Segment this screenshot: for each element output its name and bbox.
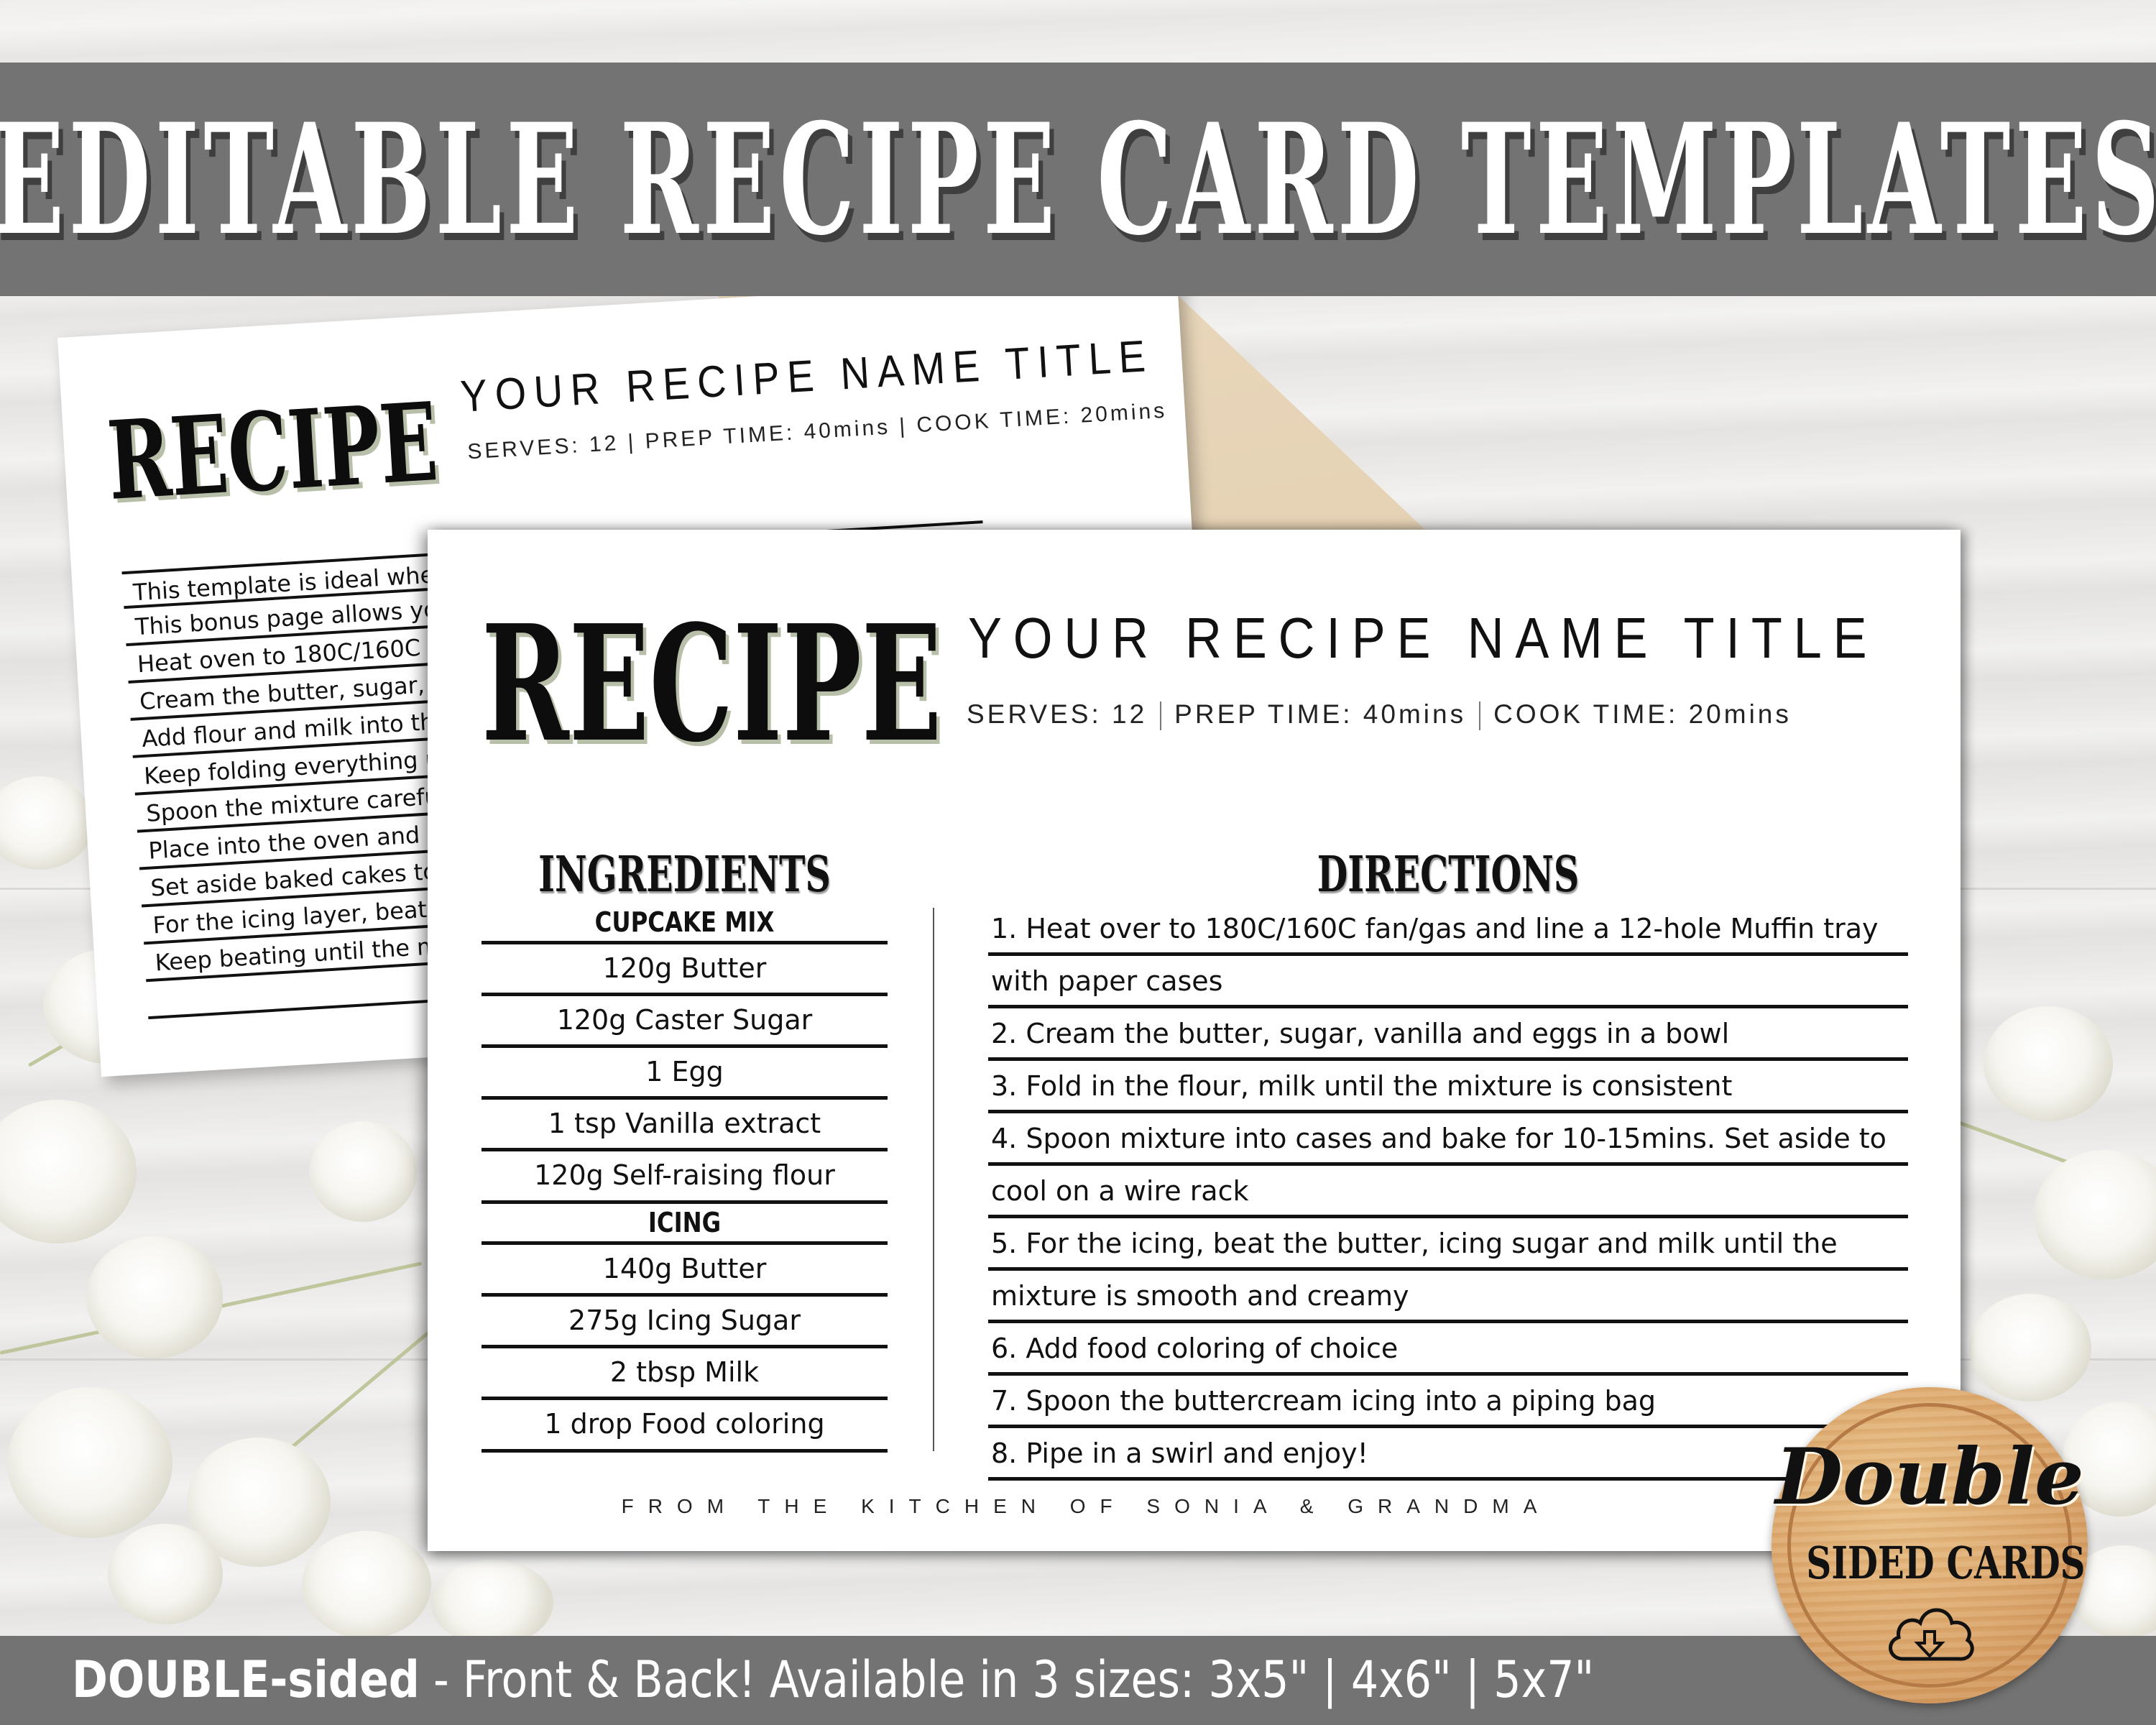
flower-bloom	[7, 1387, 172, 1538]
title-banner: EDITABLE RECIPE CARD TEMPLATES	[0, 63, 2156, 296]
front-recipe-card: RECIPE YOUR RECIPE NAME TITLE SERVES: 12…	[428, 530, 1961, 1551]
direction-line: 2. Cream the butter, sugar, vanilla and …	[988, 1008, 1908, 1061]
meta-separator	[1479, 702, 1481, 731]
ingredient-group-heading: ICING	[648, 1207, 722, 1238]
direction-line: 7. Spoon the buttercream icing into a pi…	[988, 1376, 1908, 1428]
ingredient-item: 1 drop Food coloring	[482, 1397, 888, 1453]
ingredient-item: 140g Butter	[482, 1241, 888, 1293]
flower-bloom	[1984, 1006, 2113, 1121]
ingredient-item: 120g Self-raising flour	[482, 1148, 888, 1204]
meta-separator	[1160, 702, 1162, 731]
ingredient-item: 2 tbsp Milk	[482, 1345, 888, 1397]
recipe-logo: RECIPE	[104, 379, 441, 525]
ingredient-item: 120g Butter	[482, 941, 888, 993]
ingredients-section: INGREDIENTS CUPCAKE MIX 120g Butter 120g C…	[482, 846, 888, 1453]
prep-time-value: PREP TIME: 40mins	[1174, 699, 1467, 729]
recipe-name-title: YOUR RECIPE NAME TITLE	[968, 606, 1879, 670]
ingredient-item: 1 Egg	[482, 1044, 888, 1096]
info-text: DOUBLE-sided - Front & Back! Available i…	[72, 1650, 1594, 1709]
direction-line: with paper cases	[988, 956, 1908, 1008]
direction-line: 6. Add food coloring of choice	[988, 1323, 1908, 1376]
recipe-logo: RECIPE	[482, 591, 942, 778]
direction-lines: 1. Heat over to 180C/160C fan/gas and li…	[988, 903, 1908, 1481]
flower-bloom	[86, 1236, 223, 1358]
direction-line: 4. Spoon mixture into cases and bake for…	[988, 1113, 1908, 1166]
direction-line: 8. Pipe in a swirl and enjoy!	[988, 1428, 1908, 1481]
recipe-meta: SERVES: 12 PREP TIME: 40mins COOK TIME: 20…	[967, 699, 1792, 731]
flower-bloom	[1969, 1294, 2091, 1402]
cloud-download-icon	[1889, 1608, 1974, 1661]
from-kitchen-text: FROM THE KITCHEN OF SONIA & GRANDMA	[621, 1495, 1552, 1517]
banner-title: EDITABLE RECIPE CARD TEMPLATES	[0, 90, 2156, 269]
ingredient-item: 275g Icing Sugar	[482, 1293, 888, 1345]
badge-script-text: Double	[1775, 1432, 2084, 1522]
direction-line: 1. Heat over to 180C/160C fan/gas and li…	[988, 903, 1908, 956]
column-divider	[933, 908, 934, 1451]
direction-line: 5. For the icing, beat the butter, icing…	[988, 1218, 1908, 1271]
directions-section: DIRECTIONS 1. Heat over to 180C/160C fan…	[988, 846, 1908, 1481]
ingredient-item: 120g Caster Sugar	[482, 993, 888, 1044]
direction-line: cool on a wire rack	[988, 1166, 1908, 1218]
ingredients-heading: INGREDIENTS	[538, 846, 831, 903]
direction-line: mixture is smooth and creamy	[988, 1271, 1908, 1323]
directions-heading: DIRECTIONS	[1317, 846, 1580, 903]
flower-bloom	[431, 1560, 553, 1646]
badge-caps-text: SIDED CARDS	[1806, 1537, 2086, 1589]
direction-line: 3. Fold in the flour, milk until the mix…	[988, 1061, 1908, 1113]
ingredient-groups: CUPCAKE MIX 120g Butter 120g Caster Sugar 1…	[482, 903, 888, 1453]
flower-bloom	[309, 1121, 417, 1222]
ingredient-group-heading: CUPCAKE MIX	[594, 906, 775, 938]
cook-time-value: COOK TIME: 20mins	[1493, 699, 1792, 729]
info-rest: - Front & Back! Available in 3 sizes: 3x…	[419, 1650, 1595, 1709]
serves-value: SERVES: 12	[967, 699, 1148, 729]
ingredient-item: 1 tsp Vanilla extract	[482, 1096, 888, 1148]
flower-bloom	[302, 1531, 431, 1639]
flower-bloom	[108, 1524, 223, 1624]
double-sided-badge: Double SIDED CARDS	[1772, 1387, 2088, 1703]
info-strong: DOUBLE-sided	[72, 1650, 420, 1709]
